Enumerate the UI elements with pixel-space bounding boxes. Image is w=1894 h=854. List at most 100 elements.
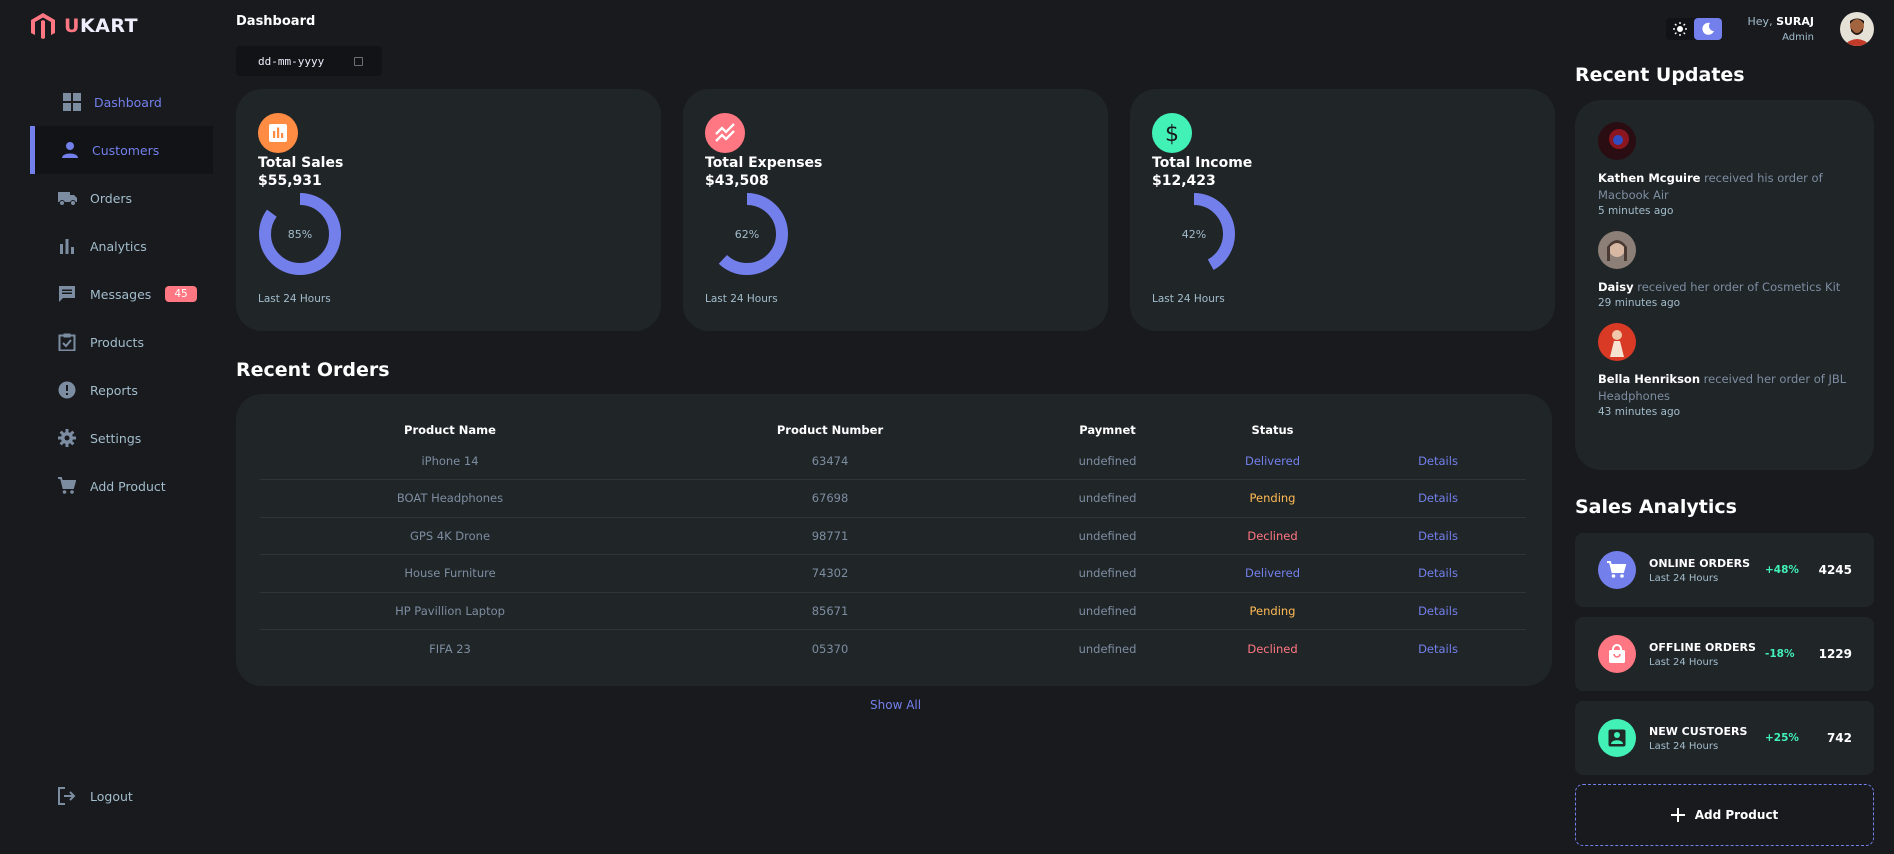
table-row: FIFA 23 05370 undefined Declined Details (260, 630, 1526, 668)
sidebar: UKART Dashboard Customers Orders Analyti… (0, 0, 213, 854)
greeting-text: Hey, (1747, 15, 1773, 28)
dark-mode-button[interactable] (1693, 18, 1722, 40)
sidebar-item-label: Dashboard (94, 94, 162, 110)
truck-icon (58, 192, 77, 206)
details-link[interactable]: Details (1350, 442, 1526, 480)
show-all-link[interactable]: Show All (870, 698, 921, 712)
payment-cell: undefined (1020, 479, 1195, 518)
product-number-cell: 05370 (811, 641, 849, 656)
profile-avatar[interactable] (1840, 12, 1874, 46)
progress-percent: 62% (734, 227, 760, 241)
payment-cell: undefined (1020, 554, 1195, 593)
bag-icon (1609, 644, 1625, 663)
online-orders-item[interactable]: ONLINE ORDERS Last 24 Hours +48% 4245 (1575, 533, 1874, 607)
card-title: Total Income (1152, 155, 1253, 171)
table-row: House Furniture 74302 undefined Delivered De… (260, 554, 1526, 593)
card-value: $43,508 (705, 173, 769, 189)
status-cell: Pending (1195, 592, 1350, 630)
product-number-cell: 98771 (640, 517, 1020, 555)
sa-change: +25% (1765, 732, 1799, 744)
calendar-icon[interactable] (354, 56, 364, 66)
person-icon (62, 142, 78, 158)
date-input[interactable]: dd-mm-yyyy (236, 46, 382, 76)
logout-label: Logout (90, 788, 133, 804)
sa-subtitle: Last 24 Hours (1649, 740, 1719, 752)
moon-icon (1701, 22, 1714, 35)
update-text: received her order of Cosmetics Kit (1633, 280, 1841, 294)
progress-percent: 85% (287, 227, 313, 241)
sidebar-item-label: Reports (90, 382, 138, 398)
page-title: Dashboard (236, 14, 316, 29)
recent-updates-title: Recent Updates (1575, 64, 1745, 86)
product-name-cell: GPS 4K Drone (260, 517, 640, 555)
product-number-cell: 63474 (640, 442, 1020, 480)
gear-icon (58, 429, 76, 447)
sun-icon (1672, 22, 1687, 36)
plus-icon (1670, 808, 1685, 822)
top-bar: Hey, SURAJ Admin (1665, 12, 1874, 46)
bar-chart-icon (269, 124, 287, 142)
product-name-cell: House Furniture (260, 554, 640, 593)
sa-icon-bg (1598, 719, 1636, 757)
update-name: Kathen Mcguire (1598, 171, 1701, 185)
offline-orders-item[interactable]: OFFLINE ORDERS Last 24 Hours -18% 1229 (1575, 617, 1874, 691)
sa-subtitle: Last 24 Hours (1649, 656, 1719, 668)
card-icon-bg: $ (1152, 113, 1192, 153)
product-number-cell: 74302 (640, 554, 1020, 593)
sa-change: +48% (1765, 564, 1799, 576)
sa-icon-bg (1598, 551, 1636, 589)
profile-role: Admin (1782, 32, 1814, 43)
details-link[interactable]: Details (1350, 479, 1526, 518)
details-link[interactable]: Details (1350, 517, 1526, 555)
add-product-button[interactable]: Add Product (1575, 784, 1874, 846)
logo[interactable]: UKART (30, 12, 138, 40)
total-income-card: $ Total Income $12,423 42% Last 24 Hours (1130, 89, 1555, 331)
progress-percent: 42% (1181, 227, 1207, 241)
sidebar-item-dashboard[interactable]: Dashboard (0, 78, 213, 126)
logout-button[interactable]: Logout (0, 772, 213, 820)
update-time: 43 minutes ago (1598, 406, 1681, 418)
recent-updates-panel: Kathen Mcguire received his order of Mac… (1575, 100, 1874, 470)
trend-chart-icon (715, 123, 735, 142)
status-cell: Declined (1195, 517, 1350, 555)
sidebar-item-add-product[interactable]: Add Product (0, 462, 213, 510)
update-item: Daisy received her order of Cosmetics Ki… (1598, 231, 1851, 309)
update-time: 5 minutes ago (1598, 205, 1674, 217)
details-link[interactable]: Details (1350, 630, 1526, 668)
sidebar-item-reports[interactable]: Reports (0, 366, 213, 414)
update-name: Daisy (1598, 280, 1634, 294)
recent-orders-table: Product Name Product Number Paymnet Stat… (260, 414, 1526, 667)
product-number-cell: 85671 (640, 592, 1020, 630)
date-placeholder: dd-mm-yyyy (258, 54, 325, 68)
progress-donut: 85% (258, 192, 342, 276)
dollar-icon: $ (1165, 122, 1179, 146)
sidebar-item-label: Settings (90, 430, 142, 446)
payment-cell: undefined (1020, 442, 1195, 480)
sidebar-item-products[interactable]: Products (0, 318, 213, 366)
recent-orders-table-container: Product Name Product Number Paymnet Stat… (236, 394, 1552, 686)
sidebar-item-analytics[interactable]: Analytics (0, 222, 213, 270)
profile-info: Hey, SURAJ Admin (1748, 15, 1814, 43)
new-customers-item[interactable]: NEW CUSTOERS Last 24 Hours +25% 742 (1575, 701, 1874, 775)
details-link[interactable]: Details (1350, 554, 1526, 593)
card-title: Total Expenses (705, 155, 823, 171)
sidebar-item-label: Add Product (90, 478, 166, 494)
sidebar-item-orders[interactable]: Orders (0, 174, 213, 222)
brand-logo-icon (31, 13, 55, 39)
column-header: Status (1251, 423, 1294, 437)
chat-icon (59, 286, 75, 302)
sa-icon-bg (1598, 635, 1636, 673)
grid-icon (63, 93, 81, 111)
card-value: $55,931 (258, 173, 322, 189)
update-avatar (1598, 323, 1636, 361)
sales-analytics-title: Sales Analytics (1575, 496, 1737, 518)
details-link[interactable]: Details (1350, 592, 1526, 630)
light-mode-button[interactable] (1666, 18, 1694, 40)
card-footer: Last 24 Hours (1152, 293, 1225, 305)
column-header (1350, 414, 1526, 442)
sidebar-item-settings[interactable]: Settings (0, 414, 213, 462)
column-header: Product Number (776, 423, 884, 437)
sidebar-item-messages[interactable]: Messages 45 (0, 270, 213, 318)
sidebar-item-customers[interactable]: Customers (30, 126, 213, 174)
theme-toggle[interactable] (1665, 18, 1722, 40)
